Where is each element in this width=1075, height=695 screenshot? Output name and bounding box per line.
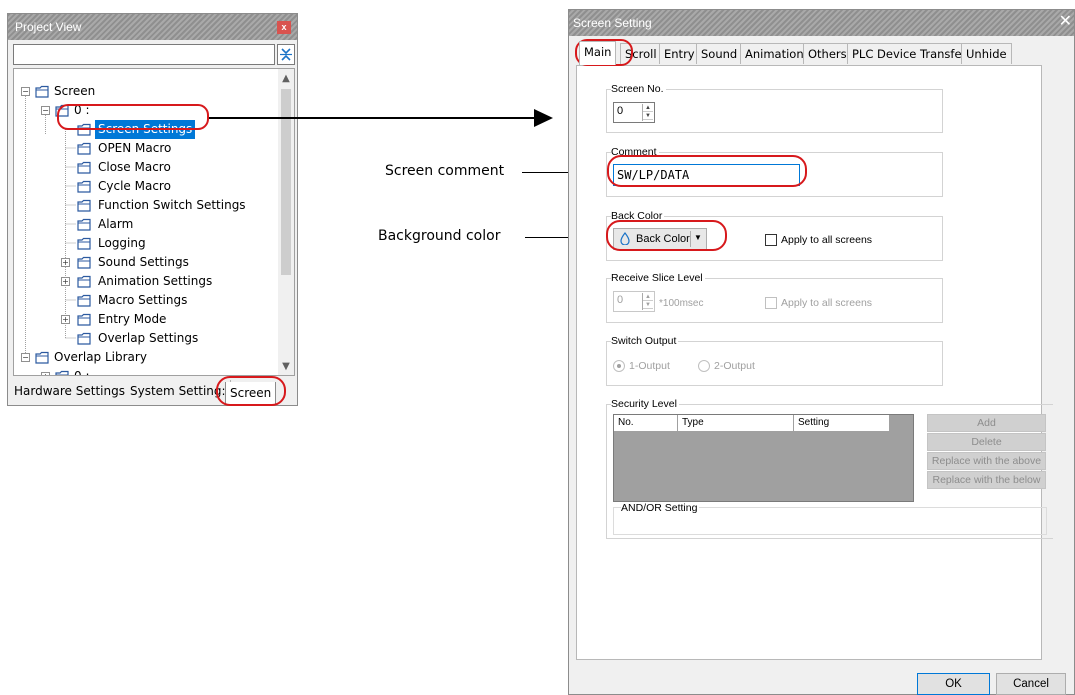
- highlight-back-color-button: [606, 220, 727, 251]
- tab-sound[interactable]: Sound: [696, 43, 743, 64]
- receive-slice-value: 0: [617, 294, 624, 306]
- replace-with-below-button[interactable]: Replace with the below: [927, 471, 1046, 489]
- replace-with-above-button[interactable]: Replace with the above: [927, 452, 1046, 470]
- stepper-up-icon[interactable]: ▲: [643, 293, 653, 301]
- screen-no-label: Screen No.: [611, 83, 666, 95]
- tab-entry[interactable]: Entry: [659, 43, 700, 64]
- dialog-title: Screen Setting: [573, 16, 652, 30]
- receive-slice-unit: *100msec: [659, 298, 704, 309]
- screen-setting-dialog: Screen Setting ✕ Main Scroll Entry Sound…: [568, 9, 1075, 695]
- tab-main[interactable]: Main: [579, 41, 617, 65]
- security-list-header: No. Type Setting: [614, 415, 890, 431]
- stepper-down-icon[interactable]: ▼: [643, 301, 653, 309]
- ok-button[interactable]: OK: [917, 673, 990, 695]
- checkbox-box[interactable]: [765, 234, 777, 246]
- and-or-setting-label: AND/OR Setting: [621, 502, 700, 514]
- radio-circle[interactable]: [613, 360, 625, 372]
- dialog-title-bar[interactable]: Screen Setting ✕: [569, 10, 1074, 36]
- checkbox-label: Apply to all screens: [781, 234, 873, 246]
- radio-label: 2-Output: [714, 360, 755, 372]
- screen-no-stepper[interactable]: 0 ▲ ▼: [613, 102, 655, 123]
- switch-output-label: Switch Output: [611, 335, 679, 347]
- highlight-comment-field: [607, 155, 807, 187]
- checkbox-box[interactable]: [765, 297, 777, 309]
- tab-unhide[interactable]: Unhide: [961, 43, 1012, 64]
- checkbox-label: Apply to all screens: [781, 297, 873, 309]
- column-header-no[interactable]: No.: [614, 415, 678, 431]
- close-icon[interactable]: ✕: [1059, 10, 1072, 34]
- column-header-setting[interactable]: Setting: [794, 415, 890, 431]
- stepper-down-icon[interactable]: ▼: [643, 112, 653, 120]
- radio-circle[interactable]: [698, 360, 710, 372]
- add-button[interactable]: Add: [927, 414, 1046, 432]
- receive-slice-label: Receive Slice Level: [611, 272, 705, 284]
- delete-button[interactable]: Delete: [927, 433, 1046, 451]
- screen-no-value: 0: [617, 105, 624, 117]
- security-level-list[interactable]: No. Type Setting: [613, 414, 914, 502]
- tab-others[interactable]: Others: [803, 43, 852, 64]
- tab-animation[interactable]: Animation: [740, 43, 809, 64]
- security-level-label: Security Level: [611, 398, 679, 410]
- annotation-background-color: Background color: [378, 228, 501, 244]
- radio-label: 1-Output: [629, 360, 670, 372]
- tab-plc-device-transfer[interactable]: PLC Device Transfer: [847, 43, 972, 64]
- stepper-up-icon[interactable]: ▲: [643, 104, 653, 112]
- receive-slice-stepper[interactable]: 0 ▲ ▼: [613, 291, 655, 312]
- cancel-button[interactable]: Cancel: [996, 673, 1066, 695]
- annotation-screen-comment: Screen comment: [385, 163, 505, 179]
- group-screen-no: [606, 89, 943, 133]
- column-header-type[interactable]: Type: [678, 415, 794, 431]
